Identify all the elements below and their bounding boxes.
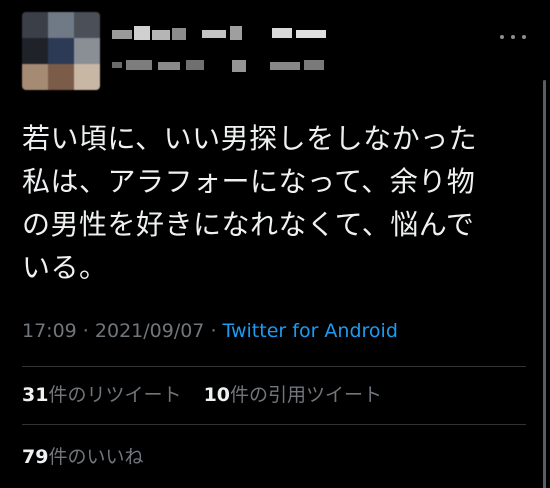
tweet-source-link[interactable]: Twitter for Android [223,320,398,342]
quotes-count: 10 [203,384,231,406]
author-info-redacted[interactable] [112,24,342,84]
quotes-stat[interactable]: 10件の引用ツイート [204,384,382,406]
more-horizontal-icon[interactable] [500,30,526,44]
quotes-label: 件の引用ツイート [230,384,383,406]
likes-label: 件のいいね [48,446,144,468]
tweet-detail: 若い頃に、いい男探しをしなかった 私は、アラフォーになって、余り物 の男性を好き… [0,0,550,488]
avatar[interactable] [22,12,100,90]
scrollbar[interactable] [543,80,546,488]
tweet-date[interactable]: 2021/09/07 [95,320,205,342]
likes-stats: 79件のいいね [22,442,143,469]
likes-stat[interactable]: 79件のいいね [22,446,143,468]
meta-separator: · [204,320,223,342]
tweet-time[interactable]: 17:09 [22,320,77,342]
likes-count: 79 [22,446,49,468]
divider [22,424,526,425]
retweets-stat[interactable]: 31件のリツイート [22,384,181,406]
retweets-count: 31 [22,384,49,406]
tweet-text: 若い頃に、いい男探しをしなかった 私は、アラフォーになって、余り物 の男性を好き… [22,122,478,284]
divider [22,366,526,367]
retweet-quote-stats: 31件のリツイート 10件の引用ツイート [22,380,382,407]
tweet-timestamp-line: 17:09 · 2021/09/07 · Twitter for Android [22,320,398,342]
meta-separator: · [76,320,95,342]
retweets-label: 件のリツイート [48,384,182,406]
